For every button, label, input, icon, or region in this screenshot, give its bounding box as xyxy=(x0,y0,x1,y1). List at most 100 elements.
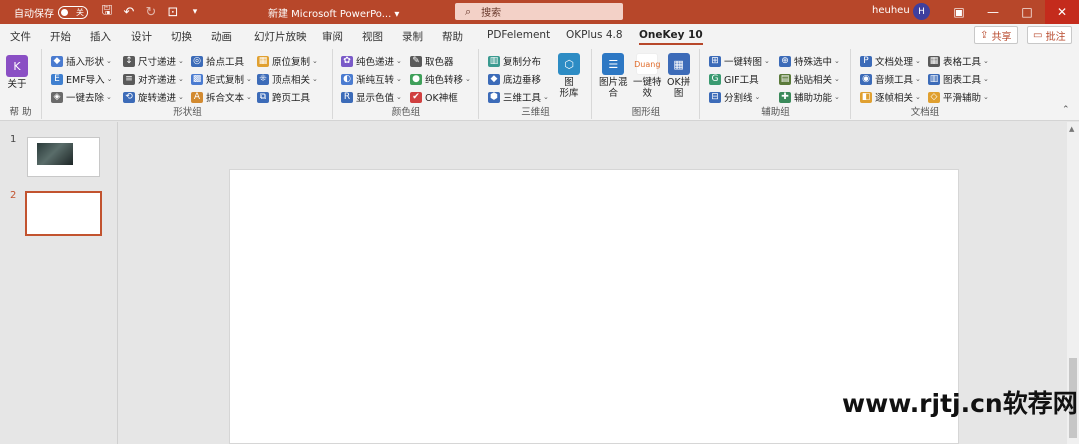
3d-group-label: 三维组 xyxy=(521,107,550,118)
document-processing-button[interactable]: P 文档处理 ⌄ xyxy=(860,54,921,68)
solid-color-transfer-button[interactable]: ● 纯色转移 ⌄ xyxy=(410,72,471,86)
slide-number: 2 xyxy=(10,190,17,201)
slide-thumbnail-2[interactable] xyxy=(25,191,102,236)
collapse-ribbon-icon[interactable]: ⌃ xyxy=(1062,105,1070,115)
help-group: K 关于 帮 助 xyxy=(0,49,42,119)
align-progressive-button[interactable]: ≡ 对齐递进 ⌄ xyxy=(123,72,184,86)
tab-home[interactable]: 开始 xyxy=(50,29,71,44)
tab-slideshow[interactable]: 幻灯片放映 xyxy=(254,29,307,44)
slide-thumbnails-pane: 1 2 xyxy=(0,122,118,444)
document-group-label: 文档组 xyxy=(910,107,940,118)
about-button[interactable]: K 关于 xyxy=(6,55,28,90)
tab-review[interactable]: 审阅 xyxy=(322,29,343,44)
auxiliary-group-label: 辅助组 xyxy=(761,107,790,118)
user-name[interactable]: heuheu xyxy=(872,5,910,16)
ribbon-display-icon[interactable]: ▣ xyxy=(942,0,976,24)
graphic-group-label: 图形组 xyxy=(631,107,661,118)
solid-color-progressive-button[interactable]: ✿ 纯色递进 ⌄ xyxy=(341,54,402,68)
insert-shape-button[interactable]: ◆ 插入形状 ⌄ xyxy=(51,54,112,68)
table-tools-button[interactable]: ▦ 表格工具 ⌄ xyxy=(928,54,989,68)
present-icon[interactable]: ⊡ xyxy=(162,0,184,24)
aux-functions-button[interactable]: ✚ 辅助功能 ⌄ xyxy=(779,90,840,104)
gif-tools-button[interactable]: G GIF工具 xyxy=(709,72,759,86)
scroll-up-icon[interactable]: ▲ xyxy=(1069,125,1074,133)
title-bar: 自动保存 关 🖫 ↶ ↻ ⊡ ▾ 新建 Microsoft PowerPo...… xyxy=(0,0,1079,24)
split-merge-text-button[interactable]: A 拆合文本 ⌄ xyxy=(191,90,252,104)
watermark: www.rjtj.cn软荐网 xyxy=(842,389,1078,418)
undo-icon[interactable]: ↶ xyxy=(118,0,140,24)
vertex-button[interactable]: ⁜ 顶点相关 ⌄ xyxy=(257,72,318,86)
slide-thumbnail-1[interactable] xyxy=(27,137,100,177)
autosave-toggle[interactable]: 关 xyxy=(58,5,88,19)
copy-distribute-button[interactable]: ▥ 复制分布 xyxy=(488,54,541,68)
tab-animations[interactable]: 动画 xyxy=(211,29,232,44)
frame-related-button[interactable]: ◧ 逐帧相关 ⌄ xyxy=(860,90,921,104)
rotate-progressive-button[interactable]: ⟲ 旋转递进 ⌄ xyxy=(123,90,184,104)
ribbon-tabs: 文件 开始 插入 设计 切换 动画 幻灯片放映 审阅 视图 录制 帮助 PDFe… xyxy=(0,24,1079,47)
bottom-edge-button[interactable]: ◆ 底边垂移 xyxy=(488,72,541,86)
search-icon: ⌕ xyxy=(465,4,472,18)
auxiliary-group: ⊞ 一键转图 ⌄ ⊕ 特殊选中 ⌄ G GIF工具 ▤ 粘贴相关 ⌄ ⊟ 分割线 ⌄ ✚ 辅助功能 ⌄… xyxy=(701,49,851,119)
tab-okplus[interactable]: OKPlus 4.8 xyxy=(566,29,623,41)
tab-insert[interactable]: 插入 xyxy=(90,29,111,44)
onekey-logo-icon: K xyxy=(6,55,28,77)
divider-line-button[interactable]: ⊟ 分割线 ⌄ xyxy=(709,90,760,104)
one-click-effect-button[interactable]: Duang 一键特 效 xyxy=(633,53,662,99)
tab-design[interactable]: 设计 xyxy=(131,29,152,44)
3d-tools-button[interactable]: ⬢ 三维工具 ⌄ xyxy=(488,90,549,104)
tab-pdfelement[interactable]: PDFelement xyxy=(487,29,550,41)
one-click-remove-button[interactable]: ◈ 一键去除 ⌄ xyxy=(51,90,112,104)
tab-file[interactable]: 文件 xyxy=(10,29,31,44)
document-group: P 文档处理 ⌄ ▦ 表格工具 ⌄ ◉ 音频工具 ⌄ ▥ 图表工具 ⌄ ◧ 逐帧相关 ⌄ ◇ 平滑辅助… xyxy=(852,49,998,119)
3d-group: ▥ 复制分布 ◆ 底边垂移 ⬢ 三维工具 ⌄ ⬡ 图 形库 三维组 xyxy=(480,49,592,119)
special-select-button[interactable]: ⊕ 特殊选中 ⌄ xyxy=(779,54,840,68)
quick-access-toolbar: 自动保存 关 🖫 ↶ ↻ ⊡ ▾ xyxy=(0,0,206,24)
tab-help[interactable]: 帮助 xyxy=(442,29,463,44)
show-color-value-button[interactable]: R 显示色值 ⌄ xyxy=(341,90,402,104)
pick-point-button[interactable]: ◎ 拾点工具 xyxy=(191,54,244,68)
smooth-aux-button[interactable]: ◇ 平滑辅助 ⌄ xyxy=(928,90,989,104)
image-blend-button[interactable]: ☰ 图片混 合 xyxy=(599,53,628,99)
save-icon[interactable]: 🖫 xyxy=(96,0,118,24)
chart-tools-button[interactable]: ▥ 图表工具 ⌄ xyxy=(928,72,989,86)
size-progressive-button[interactable]: ↕ 尺寸递进 ⌄ xyxy=(123,54,184,68)
color-group: ✿ 纯色递进 ⌄ ✎ 取色器 ◐ 渐纯互转 ⌄ ● 纯色转移 ⌄ R 显示色值 ⌄ ✔ OK神框 颜… xyxy=(334,49,479,119)
duang-icon: Duang xyxy=(634,53,660,75)
hexagon-icon: ⬡ xyxy=(558,53,580,75)
paste-related-button[interactable]: ▤ 粘贴相关 ⌄ xyxy=(779,72,840,86)
customize-qat-icon[interactable]: ▾ xyxy=(184,0,206,24)
layers-icon: ☰ xyxy=(602,53,625,75)
tab-transitions[interactable]: 切换 xyxy=(171,29,192,44)
tab-record[interactable]: 录制 xyxy=(402,29,423,44)
search-input[interactable]: ⌕ 搜索 xyxy=(455,3,623,20)
ok-puzzle-button[interactable]: ▦ OK拼 图 xyxy=(667,53,690,99)
duplicate-in-place-button[interactable]: ▦ 原位复制 ⌄ xyxy=(257,54,318,68)
shape-group: ◆ 插入形状 ⌄ ↕ 尺寸递进 ⌄ ◎ 拾点工具 ▦ 原位复制 ⌄ E EMF导入 ⌄ ≡ 对齐递进… xyxy=(43,49,333,119)
one-click-to-image-button[interactable]: ⊞ 一键转图 ⌄ xyxy=(709,54,770,68)
maximize-button[interactable]: □ xyxy=(1010,0,1044,24)
cross-page-button[interactable]: ⧉ 跨页工具 xyxy=(257,90,310,104)
gradient-solid-convert-button[interactable]: ◐ 渐纯互转 ⌄ xyxy=(341,72,402,86)
color-picker-button[interactable]: ✎ 取色器 xyxy=(410,54,454,68)
picture-grid-icon: ▦ xyxy=(667,53,690,75)
audio-tools-button[interactable]: ◉ 音频工具 ⌄ xyxy=(860,72,921,86)
slide-number: 1 xyxy=(10,134,17,145)
color-group-label: 颜色组 xyxy=(391,107,421,118)
avatar[interactable]: H xyxy=(913,3,930,20)
matrix-copy-button[interactable]: ▩ 矩式复制 ⌄ xyxy=(191,72,252,86)
tab-view[interactable]: 视图 xyxy=(362,29,383,44)
document-title[interactable]: 新建 Microsoft PowerPo... ▾ xyxy=(268,5,399,20)
shape-library-button[interactable]: ⬡ 图 形库 xyxy=(558,53,580,99)
ok-god-frame-button[interactable]: ✔ OK神框 xyxy=(410,90,458,104)
minimize-button[interactable]: — xyxy=(976,0,1010,24)
slide-image xyxy=(37,143,73,165)
emf-import-button[interactable]: E EMF导入 ⌄ xyxy=(51,72,113,86)
close-button[interactable]: ✕ xyxy=(1045,0,1079,24)
tab-onekey[interactable]: OneKey 10 xyxy=(639,29,703,45)
shape-group-label: 形状组 xyxy=(173,107,202,118)
share-button[interactable]: ⇪ 共享 xyxy=(974,26,1018,44)
redo-icon[interactable]: ↻ xyxy=(140,0,162,24)
ribbon: K 关于 帮 助 ◆ 插入形状 ⌄ ↕ 尺寸递进 ⌄ ◎ 拾点工具 ▦ 原位复制 ⌄ E EMF… xyxy=(0,47,1079,121)
comments-button[interactable]: ▭ 批注 xyxy=(1027,26,1072,44)
autosave-label: 自动保存 xyxy=(14,8,54,20)
